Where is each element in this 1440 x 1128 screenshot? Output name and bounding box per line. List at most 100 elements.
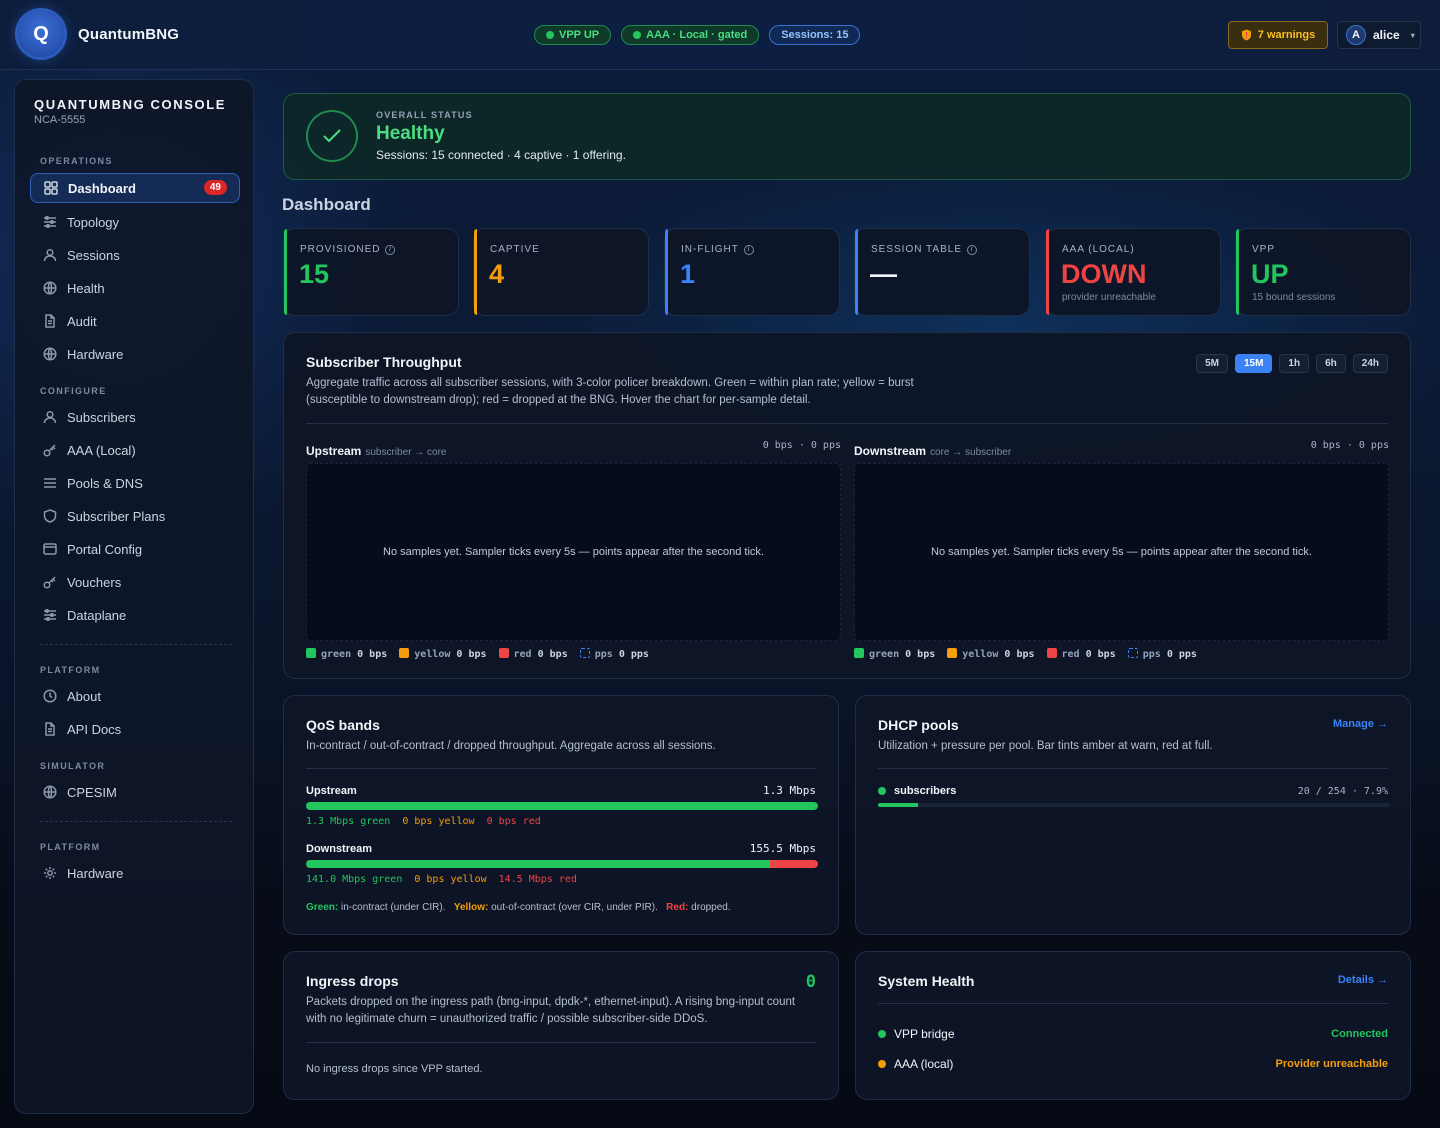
kpi-accent-bar [665, 229, 668, 315]
sessions-pill: Sessions: 15 [769, 25, 861, 45]
kpi-label-row: IN-FLIGHT i [681, 244, 754, 255]
kpi-vpp: VPP UP 15 bound sessions [1235, 228, 1411, 316]
sidebar-item-audit[interactable]: Audit [30, 306, 240, 336]
legend-swatch [854, 648, 864, 658]
sidebar-item-aaa-local[interactable]: AAA (Local) [30, 435, 240, 465]
aaa-status-label: AAA · Local · gated [646, 29, 748, 41]
range-24h-button[interactable]: 24h [1352, 354, 1388, 373]
warnings-button[interactable]: 7 warnings [1228, 21, 1328, 49]
sidebar-item-label: Topology [67, 214, 120, 230]
ingress-description: Packets dropped on the ingress path (bng… [306, 996, 796, 1025]
pool-row[interactable]: subscribers 20 / 254 · 7.9% [878, 785, 1388, 797]
overall-status-banner: OVERALL STATUS Healthy Sessions: 15 conn… [283, 93, 1411, 180]
sidebar-item-dashboard[interactable]: Dashboard 49 [30, 173, 240, 203]
kpi-value: DOWN [1061, 259, 1147, 289]
info-icon[interactable]: i [967, 244, 977, 255]
sidebar-item-health[interactable]: Health [30, 273, 240, 303]
kpi-label: IN-FLIGHT [681, 244, 739, 255]
status-pills: VPP UP AAA · Local · gated Sessions: 15 [534, 25, 861, 45]
sidebar-item-subscriber-plans[interactable]: Subscriber Plans [30, 501, 240, 531]
legend-name: red [513, 649, 532, 660]
kpi-label-row: VPP [1252, 244, 1275, 255]
sidebar-item-cpesim[interactable]: CPESIM [30, 777, 240, 807]
check-icon [306, 110, 358, 162]
sidebar-item-label: Hardware [67, 865, 124, 881]
aaa-status-pill: AAA · Local · gated [621, 25, 760, 45]
sidebar-item-hardware[interactable]: Hardware [30, 339, 240, 369]
sidebar-item-vouchers[interactable]: Vouchers [30, 567, 240, 597]
sidebar-item-label: Health [67, 280, 105, 296]
status-dot-icon [546, 31, 554, 39]
brand-name[interactable]: QuantumBNG [78, 26, 179, 43]
user-menu-button[interactable]: A alice ▾ [1337, 21, 1421, 49]
downstream-legend: green 0 bps yellow 0 bps red 0 bps pps 0… [854, 648, 1197, 660]
upstream-chart[interactable]: No samples yet. Sampler ticks every 5s —… [306, 463, 841, 641]
clock-icon [43, 689, 57, 703]
kpi-accent-bar [1046, 229, 1049, 315]
range-6h-button[interactable]: 6h [1316, 354, 1346, 373]
kpi-label: VPP [1252, 244, 1276, 255]
kpi-label: CAPTIVE [490, 244, 540, 255]
ingress-drops-card: Ingress drops 0 Packets dropped on the i… [283, 951, 839, 1100]
status-dot-icon [878, 1060, 886, 1068]
user-icon [43, 248, 57, 262]
sidebar-item-label: AAA (Local) [67, 442, 136, 458]
section-configure: CONFIGURE [40, 386, 107, 396]
sidebar-item-about[interactable]: About [30, 681, 240, 711]
status-dot-icon [878, 1030, 886, 1038]
sidebar-item-dataplane[interactable]: Dataplane [30, 600, 240, 630]
kpi-accent-bar [855, 229, 858, 315]
range-15m-button[interactable]: 15M [1234, 354, 1273, 373]
downstream-rate: 0 bps · 0 pps [1310, 440, 1389, 451]
sidebar-item-subscribers[interactable]: Subscribers [30, 402, 240, 432]
legend-item-yellow: yellow 0 bps [399, 648, 487, 660]
sidebar-item-label: Subscribers [67, 409, 136, 425]
sliders-icon [44, 608, 56, 622]
key-icon [43, 444, 56, 457]
kpi-label-row: SESSION TABLE i [871, 244, 977, 255]
band-yellow-suffix: yellow [450, 874, 487, 885]
legend-value: 0 bps [357, 649, 388, 660]
band-yellow-value: 0 bps yellow [402, 816, 474, 827]
sidebar-item-pools-dns[interactable]: Pools & DNS [30, 468, 240, 498]
range-5m-button[interactable]: 5M [1196, 354, 1228, 373]
downstream-chart[interactable]: No samples yet. Sampler ticks every 5s —… [854, 463, 1389, 641]
qos-card: QoS bands In-contract / out-of-contract … [283, 695, 839, 935]
sidebar-item-portal-config[interactable]: Portal Config [30, 534, 240, 564]
chevron-down-icon: ▾ [1410, 30, 1415, 40]
throughput-title: Subscriber Throughput [306, 354, 462, 370]
band-total: 155.5 Mbps [749, 842, 816, 855]
sidebar-item-hardware-settings[interactable]: Hardware [30, 858, 240, 888]
downstream-label: Downstream [854, 444, 927, 458]
info-icon[interactable]: i [385, 244, 396, 255]
dhcp-pools-card: DHCP pools Manage → Utilization + pressu… [855, 695, 1411, 935]
qos-footer: Green: in-contract (under CIR). Yellow: … [306, 902, 731, 913]
footer-green-key: Green: [306, 902, 339, 913]
kpi-label: PROVISIONED [300, 244, 381, 255]
sidebar-item-topology[interactable]: Topology [30, 207, 240, 237]
legend-swatch [306, 648, 316, 658]
info-icon[interactable]: i [743, 244, 754, 255]
kpi-accent-bar [474, 229, 477, 315]
band-green-value: 1.3 Mbps green [306, 816, 390, 827]
warnings-label: 7 warnings [1257, 29, 1316, 41]
band-green-suffix: green [372, 874, 403, 885]
sidebar-subtitle: NCA-5555 [34, 114, 86, 126]
sidebar: QUANTUMBNG CONSOLE NCA-5555 OPERATIONS D… [14, 79, 254, 1114]
sidebar-item-sessions[interactable]: Sessions [30, 240, 240, 270]
document-icon [45, 314, 55, 328]
list-icon [44, 478, 56, 488]
brand-logo[interactable]: Q [18, 11, 64, 57]
footer-red-text: dropped. [691, 902, 731, 913]
details-link[interactable]: Details → [1338, 974, 1388, 986]
top-bar: Q QuantumBNG VPP UP AAA · Local · gated … [0, 0, 1440, 70]
sidebar-item-api-docs[interactable]: API Docs [30, 714, 240, 744]
legend-swatch [947, 648, 958, 658]
range-1h-button[interactable]: 1h [1279, 354, 1310, 373]
pool-usage: 20 / 254 · 7.9% [1297, 785, 1388, 797]
downstream-direction: core → subscriber [930, 447, 1012, 458]
band-red-suffix: red [522, 816, 541, 827]
vpp-status-label: VPP UP [559, 29, 600, 41]
manage-link[interactable]: Manage → [1333, 718, 1388, 730]
ingress-title: Ingress drops [306, 973, 399, 989]
